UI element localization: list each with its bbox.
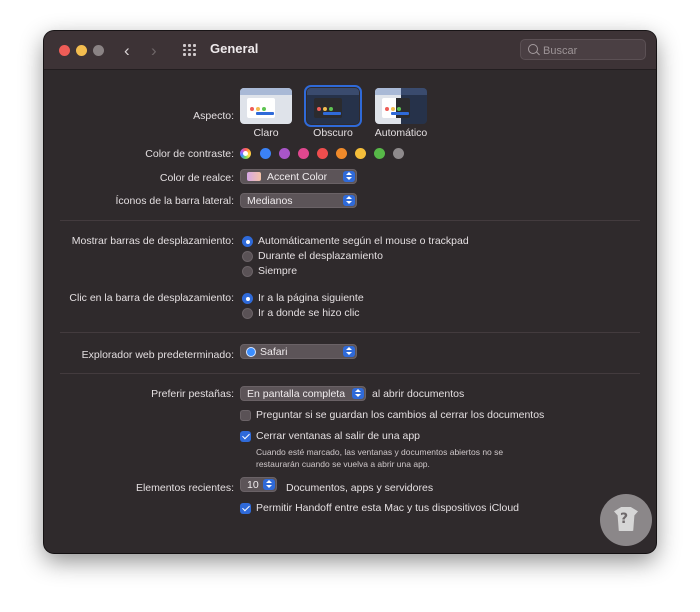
default-browser-value: Safari	[260, 346, 288, 358]
popup-stepper-icon	[343, 346, 355, 357]
recent-items-popup[interactable]: 10	[240, 477, 277, 492]
forward-chevron-icon[interactable]: ›	[151, 41, 157, 61]
question-mark-icon: ?	[620, 511, 629, 527]
minimize-window-button[interactable]	[76, 45, 87, 56]
sidebar-icons-value: Medianos	[247, 195, 293, 207]
watermark-logo: ?	[600, 494, 652, 546]
divider	[60, 373, 640, 374]
contrast-swatch-blue[interactable]	[260, 148, 271, 159]
popup-stepper-icon	[352, 388, 364, 399]
contrast-swatch-pink[interactable]	[298, 148, 309, 159]
popup-stepper-icon	[343, 171, 355, 182]
highlight-color-popup[interactable]: Accent Color	[240, 169, 357, 184]
appearance-auto-thumbnail[interactable]	[375, 88, 427, 124]
prefer-tabs-value: En pantalla completa	[247, 388, 346, 400]
prefer-tabs-label: Preferir pestañas:	[151, 388, 234, 400]
safari-compass-icon	[246, 346, 256, 357]
scroll-click-label: Clic en la barra de desplazamiento:	[69, 292, 234, 304]
popup-stepper-icon	[263, 479, 275, 490]
scrollbars-label: Mostrar barras de desplazamiento:	[71, 235, 234, 247]
scrollbars-scrolling-radio[interactable]	[242, 251, 253, 262]
scrollbars-auto-label[interactable]: Automáticamente según el mouse o trackpa…	[258, 235, 469, 247]
title-bar: ‹ › General	[44, 31, 656, 70]
recent-items-label: Elementos recientes:	[135, 482, 234, 494]
default-browser-popup[interactable]: Safari	[240, 344, 357, 359]
close-windows-note-line2: restaurarán cuando se vuelva a abrir una…	[256, 459, 430, 469]
appearance-light-label[interactable]: Claro	[231, 127, 301, 139]
recent-items-value: 10	[247, 479, 259, 491]
scroll-click-spot-radio[interactable]	[242, 308, 253, 319]
zoom-window-button[interactable]	[93, 45, 104, 56]
handoff-checkbox[interactable]	[240, 503, 251, 514]
appearance-dark-thumbnail[interactable]	[304, 85, 362, 127]
search-input[interactable]	[541, 41, 645, 60]
scrollbars-always-radio[interactable]	[242, 266, 253, 277]
close-windows-note: Cuando esté marcado, las ventanas y docu…	[256, 446, 536, 470]
scroll-click-spot-label[interactable]: Ir a donde se hizo clic	[258, 307, 360, 319]
contrast-color-label: Color de contraste:	[145, 148, 234, 160]
appearance-auto-label[interactable]: Automático	[366, 127, 436, 139]
contrast-swatch-green[interactable]	[374, 148, 385, 159]
highlight-color-value: Accent Color	[267, 171, 328, 183]
close-windows-checkbox[interactable]	[240, 431, 251, 442]
preferences-window: ‹ › General Aspecto:	[44, 31, 656, 553]
ask-save-checkbox[interactable]	[240, 410, 251, 421]
appearance-dark-label[interactable]: Obscuro	[298, 127, 368, 139]
default-browser-label: Explorador web predeterminado:	[81, 349, 234, 361]
appearance-light-thumbnail[interactable]	[240, 88, 292, 124]
sidebar-icons-popup[interactable]: Medianos	[240, 193, 357, 208]
highlight-color-label: Color de realce:	[159, 172, 234, 184]
ask-save-label[interactable]: Preguntar si se guardan los cambios al c…	[256, 409, 544, 421]
close-windows-label[interactable]: Cerrar ventanas al salir de una app	[256, 430, 420, 442]
appearance-label: Aspecto:	[193, 110, 234, 122]
accent-gradient-chip	[247, 172, 261, 181]
back-chevron-icon[interactable]: ‹	[124, 41, 130, 61]
close-window-button[interactable]	[59, 45, 70, 56]
divider	[60, 332, 640, 333]
show-all-grid-icon[interactable]	[183, 44, 197, 56]
contrast-swatch-orange[interactable]	[336, 148, 347, 159]
popup-stepper-icon	[343, 195, 355, 206]
search-field[interactable]	[520, 39, 646, 60]
scrollbars-auto-radio[interactable]	[242, 236, 253, 247]
close-windows-note-line1: Cuando esté marcado, las ventanas y docu…	[256, 447, 504, 457]
window-title: General	[210, 41, 259, 56]
handoff-label[interactable]: Permitir Handoff entre esta Mac y tus di…	[256, 502, 519, 514]
scrollbars-always-label[interactable]: Siempre	[258, 265, 297, 277]
scroll-click-next-page-radio[interactable]	[242, 293, 253, 304]
divider	[60, 220, 640, 221]
contrast-swatch-red[interactable]	[317, 148, 328, 159]
prefer-tabs-popup[interactable]: En pantalla completa	[240, 386, 366, 401]
search-icon	[528, 44, 538, 54]
contrast-swatch-yellow[interactable]	[355, 148, 366, 159]
contrast-swatch-graphite[interactable]	[393, 148, 404, 159]
scroll-click-next-page-label[interactable]: Ir a la página siguiente	[258, 292, 364, 304]
sidebar-icons-label: Íconos de la barra lateral:	[115, 195, 234, 207]
recent-items-suffix: Documentos, apps y servidores	[286, 482, 434, 494]
contrast-swatch-multicolor[interactable]	[240, 148, 251, 159]
contrast-swatch-purple[interactable]	[279, 148, 290, 159]
scrollbars-scrolling-label[interactable]: Durante el desplazamiento	[258, 250, 383, 262]
prefer-tabs-suffix: al abrir documentos	[372, 388, 465, 400]
